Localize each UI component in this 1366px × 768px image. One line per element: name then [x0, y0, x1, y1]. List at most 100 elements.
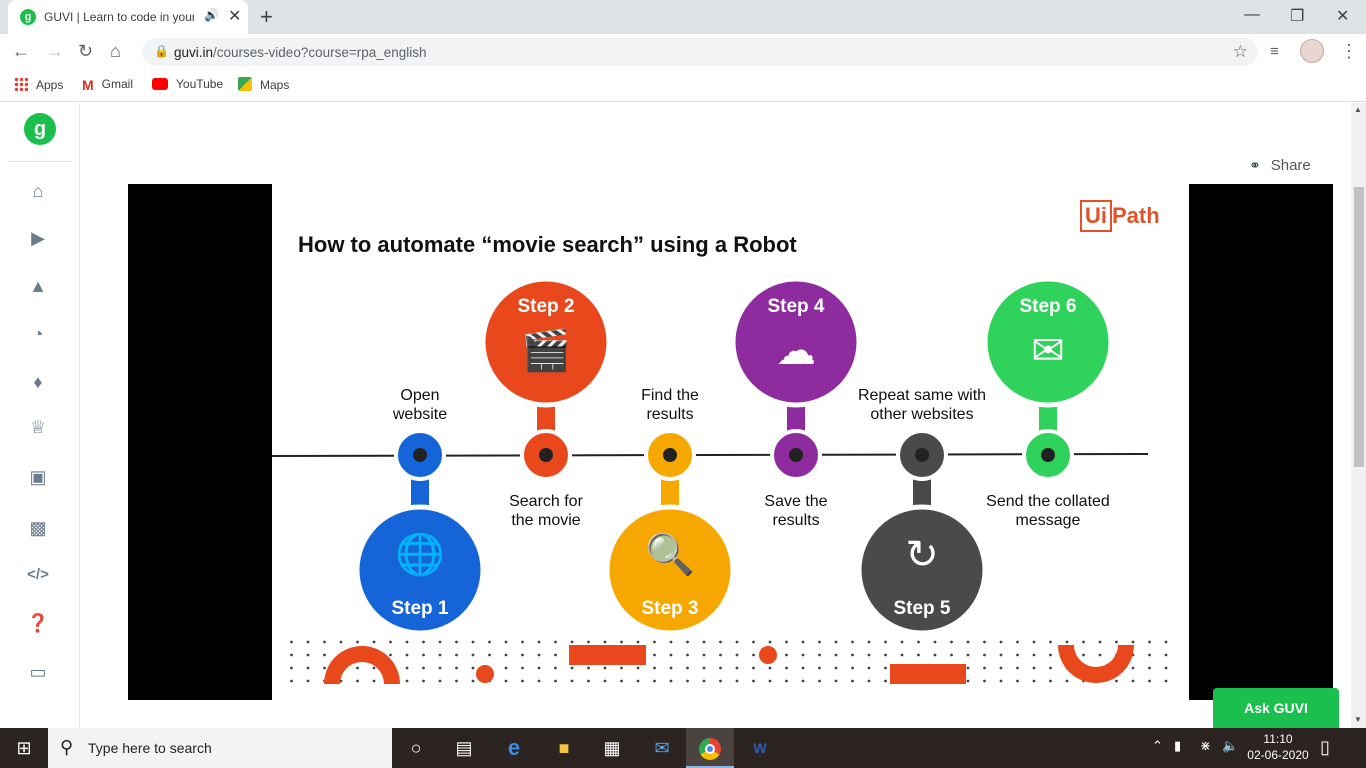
- taskbar-search[interactable]: ⚲ Type here to search: [48, 728, 392, 768]
- progress-icon[interactable]: ◔: [26, 322, 50, 346]
- new-tab-button[interactable]: +: [260, 4, 273, 30]
- guvi-logo[interactable]: g: [24, 113, 56, 145]
- decor-bar-1: [569, 645, 646, 665]
- gift-icon[interactable]: ▣: [26, 465, 50, 489]
- battery-icon[interactable]: ▮: [1174, 738, 1181, 754]
- dot-pattern: [282, 640, 1177, 690]
- sidebar-divider: [8, 161, 72, 162]
- share-icon: ⚭: [1249, 157, 1261, 173]
- step-label: Step 2: [517, 296, 574, 317]
- edge-icon[interactable]: e: [490, 728, 538, 768]
- step-6: ✉ Step 6 Send the collated message: [982, 276, 1114, 529]
- bookmark-maps[interactable]: Maps: [238, 77, 289, 92]
- browser-toolbar: ← → ↻ ⌂ 🔒 guvi.in/courses-video?course=r…: [0, 34, 1366, 70]
- ask-guvi-button[interactable]: Ask GUVI: [1213, 688, 1339, 728]
- clapperboard-icon: 🎬: [521, 327, 571, 374]
- speaker-icon[interactable]: 🔊: [204, 8, 219, 22]
- minimize-icon[interactable]: —: [1244, 6, 1260, 24]
- bookmark-label: Maps: [260, 78, 290, 92]
- decor-dot-2: [759, 646, 777, 664]
- refresh-icon: ↻: [905, 532, 939, 578]
- step-label: Step 6: [1019, 296, 1076, 317]
- cloud-download-icon: ☁: [776, 328, 816, 374]
- step-label: Step 4: [767, 296, 824, 317]
- search-pulse-icon: 🔍: [645, 529, 695, 578]
- help-icon[interactable]: ❓: [26, 611, 50, 635]
- video-library-icon[interactable]: ▶: [26, 226, 50, 250]
- bookmark-star-icon[interactable]: ☆: [1233, 42, 1248, 62]
- step-caption-line1: Search for: [509, 493, 583, 510]
- scroll-down-icon[interactable]: ▼: [1354, 715, 1362, 724]
- menu-icon[interactable]: ⋮: [1340, 41, 1358, 62]
- guvi-sidebar: g ⌂ ▶ ▲ ◔ ♦ ♕ ▣ ▩ </> ❓ ▭: [0, 103, 80, 728]
- share-button[interactable]: ⚭ Share: [1249, 157, 1311, 174]
- home-button-icon[interactable]: ⌂: [110, 41, 121, 62]
- address-bar[interactable]: 🔒 guvi.in/courses-video?course=rpa_engli…: [142, 38, 1258, 66]
- code-icon[interactable]: </>: [26, 563, 50, 587]
- media-control-icon[interactable]: ≡: [1270, 43, 1279, 60]
- scroll-thumb[interactable]: [1354, 187, 1364, 467]
- guvi-favicon: g: [20, 9, 36, 25]
- wifi-icon[interactable]: ⋇: [1200, 738, 1211, 754]
- step-label: Step 5: [893, 598, 950, 619]
- bookmark-label: Apps: [36, 78, 64, 92]
- close-tab-icon[interactable]: ✕: [228, 6, 241, 26]
- scroll-up-icon[interactable]: ▲: [1354, 105, 1362, 114]
- cortana-icon[interactable]: ○: [392, 728, 440, 768]
- page-scrollbar[interactable]: ▲ ▼: [1351, 103, 1366, 728]
- step-label: Step 1: [391, 598, 448, 619]
- volume-icon[interactable]: 🔈: [1222, 738, 1238, 754]
- windows-start-icon[interactable]: ⊞: [0, 728, 48, 768]
- step-caption-line2: results: [646, 406, 693, 423]
- step-caption-line1: Repeat same with: [858, 387, 986, 404]
- word-icon[interactable]: W: [736, 728, 784, 768]
- laptop-globe-icon: 🌐: [395, 531, 445, 578]
- step-caption-line2: website: [392, 406, 447, 423]
- step-label: Step 3: [641, 598, 698, 619]
- email-icon: ✉: [1031, 328, 1065, 374]
- tab-title: GUVI | Learn to code in your: [44, 10, 194, 24]
- video-slide: Ui Path How to automate “movie search” us…: [272, 184, 1189, 700]
- back-icon[interactable]: ←: [12, 41, 30, 62]
- gmail-icon: M: [82, 77, 94, 93]
- step-caption-line2: other websites: [870, 406, 973, 423]
- decor-bar-2: [890, 664, 966, 684]
- mail-icon[interactable]: ✉: [638, 728, 686, 768]
- tag-icon[interactable]: ♦: [26, 370, 50, 394]
- url-text[interactable]: guvi.in/courses-video?course=rpa_english: [174, 45, 427, 60]
- decor-dot-1: [476, 665, 494, 683]
- chevron-up-icon[interactable]: ⌃: [1152, 738, 1163, 754]
- bookmark-youtube[interactable]: YouTube: [152, 77, 223, 91]
- profile-avatar[interactable]: [1300, 39, 1324, 63]
- url-path: /courses-video?course=rpa_english: [213, 45, 427, 60]
- file-explorer-icon[interactable]: ■: [540, 728, 588, 768]
- home-icon[interactable]: ⌂: [26, 179, 50, 203]
- browser-tab[interactable]: g GUVI | Learn to code in your 🔊 ✕: [8, 0, 248, 34]
- step-2: 🎬 Step 2 Search for the movie: [480, 276, 612, 529]
- maps-icon: [238, 77, 252, 91]
- task-view-icon[interactable]: ▤: [440, 728, 488, 768]
- bookmark-apps[interactable]: Apps: [14, 77, 63, 92]
- forward-icon[interactable]: →: [46, 41, 64, 62]
- taskbar-search-text: Type here to search: [88, 740, 212, 756]
- briefcase-icon[interactable]: ▩: [26, 516, 50, 540]
- notification-icon[interactable]: ▯: [1320, 737, 1330, 758]
- crown-icon[interactable]: ♕: [26, 415, 50, 439]
- url-host: guvi.in: [174, 45, 214, 60]
- chat-icon[interactable]: ▭: [26, 660, 50, 684]
- shapes-icon[interactable]: ▲: [26, 274, 50, 298]
- chrome-icon[interactable]: [686, 728, 734, 768]
- taskbar-clock[interactable]: 11:10 02-06-2020: [1246, 731, 1310, 763]
- store-icon[interactable]: ▦: [588, 728, 636, 768]
- restore-icon[interactable]: ❐: [1290, 6, 1304, 26]
- youtube-icon: [152, 78, 168, 90]
- step-caption-line2: message: [1016, 512, 1081, 529]
- window-close-icon[interactable]: ✕: [1336, 6, 1349, 26]
- bookmark-gmail[interactable]: M Gmail: [82, 77, 133, 93]
- video-player[interactable]: Ui Path How to automate “movie search” us…: [128, 184, 1333, 700]
- step-caption-line2: results: [772, 512, 819, 529]
- step-caption-line1: Save the: [764, 493, 827, 510]
- step-caption-line2: the movie: [511, 512, 580, 529]
- main-content: ⚭ Share Ui Path How to automate “movie sea…: [81, 103, 1351, 728]
- reload-icon[interactable]: ↻: [78, 41, 93, 62]
